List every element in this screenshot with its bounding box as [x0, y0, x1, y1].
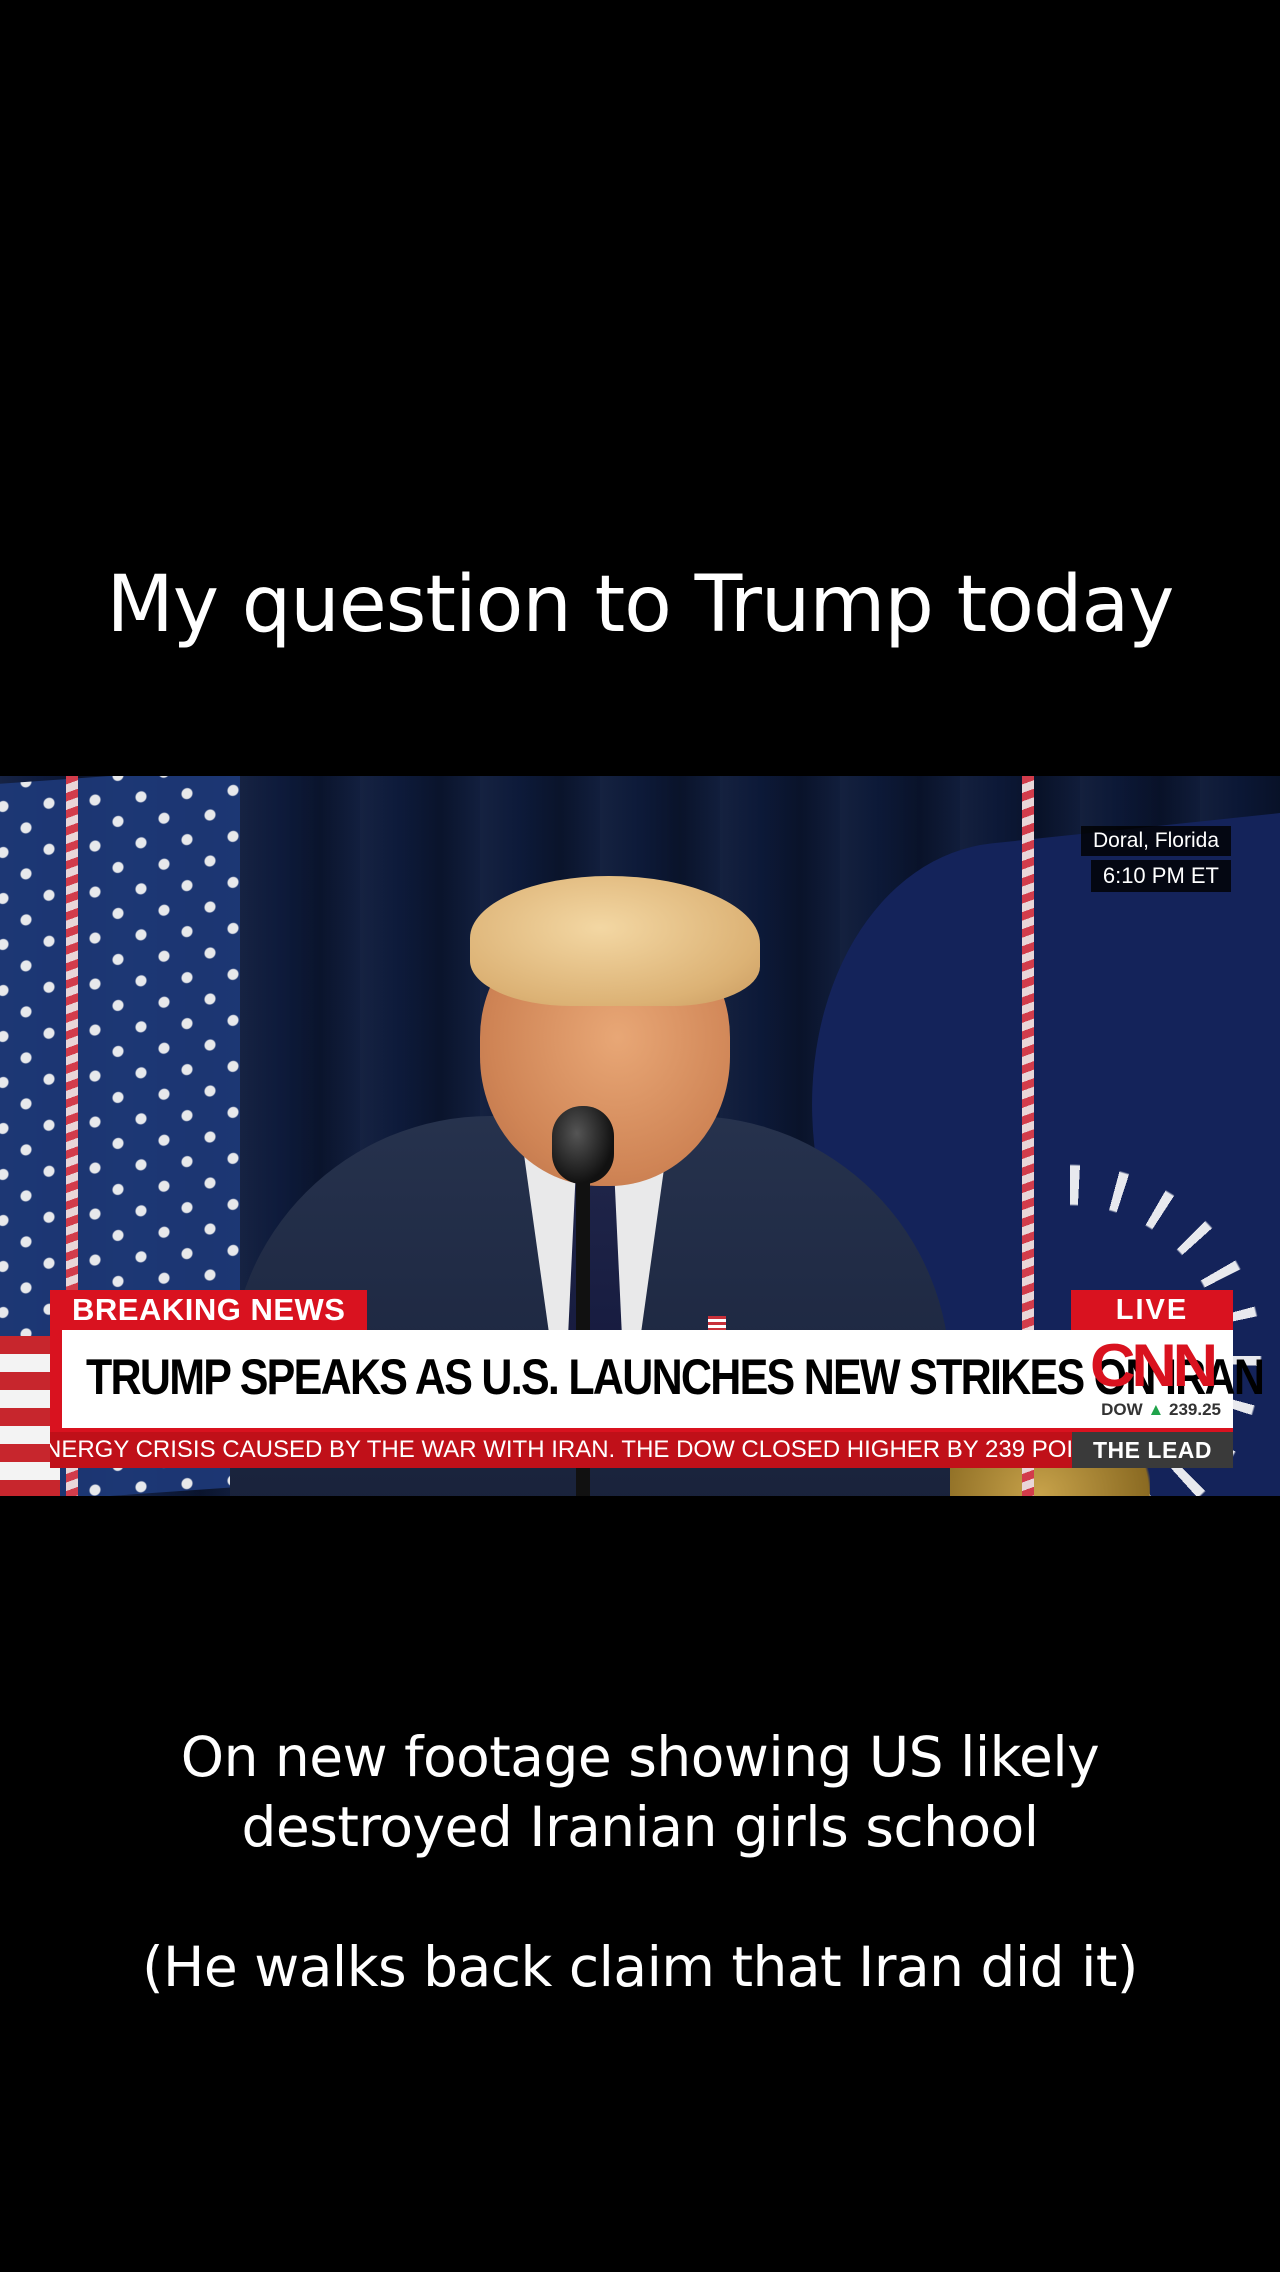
caption-line-2: destroyed Iranian girls school: [241, 1795, 1039, 1859]
top-caption: My question to Trump today: [106, 560, 1175, 650]
location-bug: Doral, Florida 6:10 PM ET: [1080, 826, 1231, 892]
up-arrow-icon: ▲: [1147, 1400, 1165, 1419]
video-frame[interactable]: Doral, Florida 6:10 PM ET BREAKING NEWS …: [0, 776, 1280, 1496]
ticker-text: NERGY CRISIS CAUSED BY THE WAR WITH IRAN…: [50, 1436, 1072, 1463]
cnn-logo: CNN: [1090, 1332, 1218, 1399]
caption-line-1: On new footage showing US likely: [180, 1725, 1100, 1789]
show-name-tag: THE LEAD: [1072, 1432, 1233, 1468]
bottom-caption: On new footage showing US likely destroy…: [0, 1722, 1280, 2002]
breaking-news-tag: BREAKING NEWS: [50, 1290, 368, 1330]
headline-text: TRUMP SPEAKS AS U.S. LAUNCHES NEW STRIKE…: [86, 1349, 1265, 1405]
location-city: Doral, Florida: [1080, 826, 1231, 856]
dow-value: 239.25: [1169, 1400, 1221, 1419]
microphone-icon: [552, 1106, 614, 1184]
dow-label: DOW: [1101, 1400, 1143, 1419]
lapel-flag-pin: [708, 1316, 726, 1330]
live-badge: LIVE: [1071, 1290, 1233, 1330]
caption-line-3: (He walks back claim that Iran did it): [142, 1935, 1138, 1999]
lower-third: TRUMP SPEAKS AS U.S. LAUNCHES NEW STRIKE…: [50, 1330, 1265, 1432]
headline-panel: TRUMP SPEAKS AS U.S. LAUNCHES NEW STRIKE…: [62, 1330, 1265, 1428]
location-time: 6:10 PM ET: [1090, 860, 1231, 892]
speaker-hair: [470, 876, 760, 1006]
news-ticker: NERGY CRISIS CAUSED BY THE WAR WITH IRAN…: [50, 1432, 1233, 1468]
dow-indicator: DOW ▲ 239.25: [1101, 1400, 1221, 1420]
